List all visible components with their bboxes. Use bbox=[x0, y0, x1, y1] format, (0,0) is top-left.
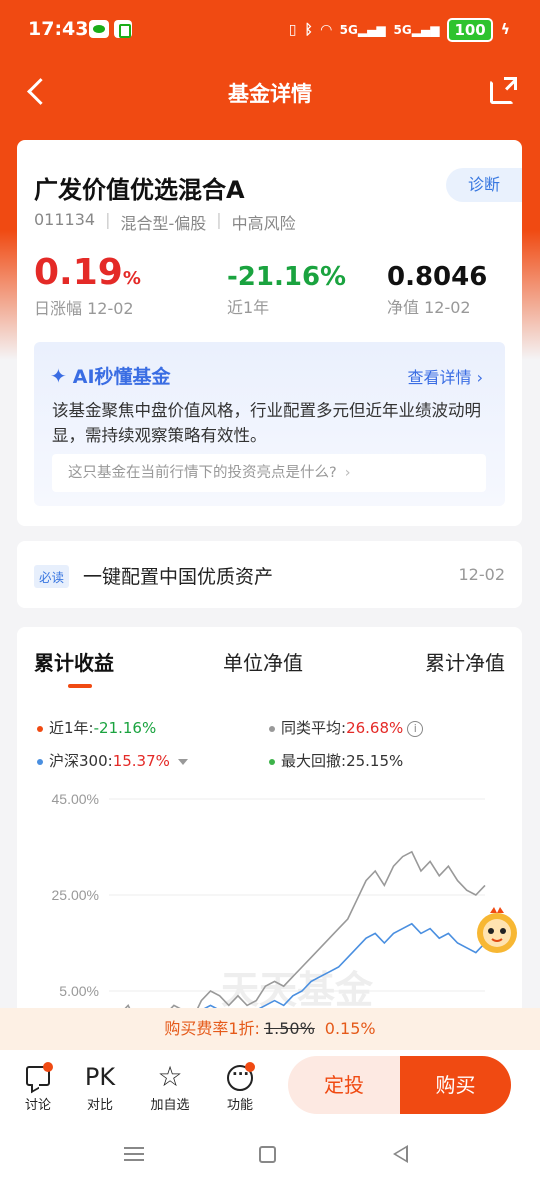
legend-fund: 近1年:-21.16% bbox=[37, 717, 156, 738]
ai-title-label: AI秒懂基金 bbox=[72, 366, 171, 388]
bottom-action-bar: 讨论 PK 对比 ☆ 加自选 功能 定投 购买 bbox=[0, 1050, 540, 1122]
share-icon[interactable] bbox=[490, 77, 517, 104]
charging-icon: ϟ bbox=[500, 22, 510, 38]
legend-peer-average: 同类平均:26.68% i bbox=[269, 717, 424, 738]
daily-change-label: 日涨幅 12-02 bbox=[34, 299, 134, 318]
info-icon[interactable]: i bbox=[407, 720, 424, 737]
wifi-icon: ◠ bbox=[320, 22, 332, 38]
notification-dot bbox=[43, 1062, 53, 1072]
ai-summary-text: 该基金聚焦中盘价值风格，行业配置多元但近年业绩波动明显，需持续观察策略有效性。 bbox=[52, 401, 481, 445]
signal-icon: 5G▂▄▆ bbox=[339, 23, 386, 37]
watermark: 天天基金 bbox=[221, 967, 374, 1012]
fee-old-rate: 1.50% bbox=[263, 1019, 315, 1038]
fee-discount-bar: 购买费率1折: 1.50% 0.15% bbox=[0, 1008, 540, 1050]
ai-summary-box: ✦ AI秒懂基金 查看详情 › 该基金聚焦中盘价值风格，行业配置多元但近年业绩波… bbox=[34, 342, 505, 506]
page-title: 基金详情 bbox=[228, 82, 312, 106]
diagnose-button[interactable]: 诊断 bbox=[446, 168, 522, 202]
chevron-right-icon: › bbox=[476, 368, 483, 387]
menu-icon[interactable] bbox=[124, 1147, 144, 1161]
clock: 17:43 bbox=[28, 18, 89, 40]
status-bar: 17:43 ▯ ᛒ ◠ 5G▂▄▆ 5G▂▄▆ 100 ϟ bbox=[0, 0, 540, 58]
y-tick-label: 25.00% bbox=[52, 887, 99, 903]
fund-code: 011134 bbox=[34, 210, 96, 229]
vibrate-icon: ▯ bbox=[288, 22, 297, 38]
fund-meta: 011134 | 混合型-偏股 | 中高风险 bbox=[34, 210, 296, 233]
nav-value: 0.8046 bbox=[387, 262, 488, 292]
wechat-notification-icon bbox=[89, 20, 109, 38]
one-year-stat: -21.16% 近1年 bbox=[227, 262, 346, 318]
news-date: 12-02 bbox=[458, 565, 506, 584]
fund-type: 混合型-偏股 bbox=[120, 214, 207, 233]
ai-question-prompt[interactable]: 这只基金在当前行情下的投资亮点是什么? › bbox=[52, 454, 486, 492]
signal-icon-2: 5G▂▄▆ bbox=[393, 23, 440, 37]
legend-max-drawdown: 最大回撤:25.15% bbox=[269, 750, 403, 771]
app-notification-icon bbox=[114, 20, 132, 38]
performance-chart-card: 累计收益 单位净值 累计净值 近1年:-21.16% 同类平均:26.68% i … bbox=[17, 627, 522, 1047]
fund-summary-card: 广发价值优选混合A 诊断 011134 | 混合型-偏股 | 中高风险 0.19… bbox=[17, 140, 522, 526]
sparkle-icon: ✦ bbox=[50, 363, 67, 388]
chevron-right-icon: › bbox=[344, 465, 351, 481]
dropdown-caret-icon bbox=[177, 758, 188, 765]
pk-icon: PK bbox=[84, 1063, 116, 1091]
fixed-invest-button[interactable]: 定投 bbox=[288, 1056, 400, 1114]
fund-risk: 中高风险 bbox=[231, 214, 296, 233]
active-tab-indicator bbox=[68, 684, 92, 688]
star-icon: ☆ bbox=[157, 1060, 183, 1093]
fund-name: 广发价值优选混合A bbox=[34, 176, 245, 204]
y-tick-label: 5.00% bbox=[59, 983, 99, 999]
chart-tabs: 累计收益 单位净值 累计净值 bbox=[17, 647, 522, 687]
news-card[interactable]: 必读 一键配置中国优质资产 12-02 bbox=[17, 541, 522, 608]
one-year-value: -21.16% bbox=[227, 262, 347, 292]
functions-button[interactable]: 功能 bbox=[215, 1060, 265, 1113]
nav-header: 基金详情 bbox=[0, 58, 540, 128]
discuss-button[interactable]: 讨论 bbox=[13, 1060, 63, 1113]
must-read-badge: 必读 bbox=[34, 565, 70, 588]
home-icon[interactable] bbox=[259, 1146, 276, 1163]
bluetooth-icon: ᛒ bbox=[304, 22, 313, 38]
nav-label: 净值 12-02 bbox=[387, 298, 471, 317]
daily-change-unit: % bbox=[122, 268, 141, 289]
system-icons: ▯ ᛒ ◠ 5G▂▄▆ 5G▂▄▆ 100 ϟ bbox=[289, 18, 510, 42]
ai-details-link[interactable]: 查看详情 › bbox=[407, 364, 483, 388]
nav-stat: 0.8046 净值 12-02 bbox=[387, 262, 487, 318]
mascot-icon[interactable] bbox=[470, 903, 524, 957]
ai-title: ✦ AI秒懂基金 bbox=[50, 362, 171, 389]
system-nav-bar bbox=[0, 1122, 540, 1188]
daily-change-value: 0.19 bbox=[34, 252, 123, 293]
fee-label: 购买费率1折: bbox=[164, 1019, 260, 1038]
back-triangle-icon[interactable] bbox=[393, 1145, 408, 1163]
legend-index[interactable]: 沪深300:15.37% bbox=[37, 750, 188, 771]
add-watchlist-button[interactable]: ☆ 加自选 bbox=[145, 1060, 195, 1113]
tab-unit-nav[interactable]: 单位净值 bbox=[223, 647, 303, 676]
tab-cumulative-nav[interactable]: 累计净值 bbox=[425, 647, 505, 676]
fee-new-rate: 0.15% bbox=[324, 1019, 376, 1038]
battery-indicator: 100 bbox=[447, 18, 493, 42]
tab-cumulative-return[interactable]: 累计收益 bbox=[34, 647, 114, 676]
buy-button[interactable]: 购买 bbox=[400, 1056, 511, 1114]
news-headline: 一键配置中国优质资产 bbox=[83, 566, 274, 588]
one-year-label: 近1年 bbox=[227, 298, 270, 317]
compare-button[interactable]: PK 对比 bbox=[75, 1060, 125, 1113]
notification-dot bbox=[245, 1062, 255, 1072]
y-tick-label: 45.00% bbox=[52, 791, 99, 807]
daily-change-stat: 0.19% 日涨幅 12-02 bbox=[34, 252, 141, 319]
